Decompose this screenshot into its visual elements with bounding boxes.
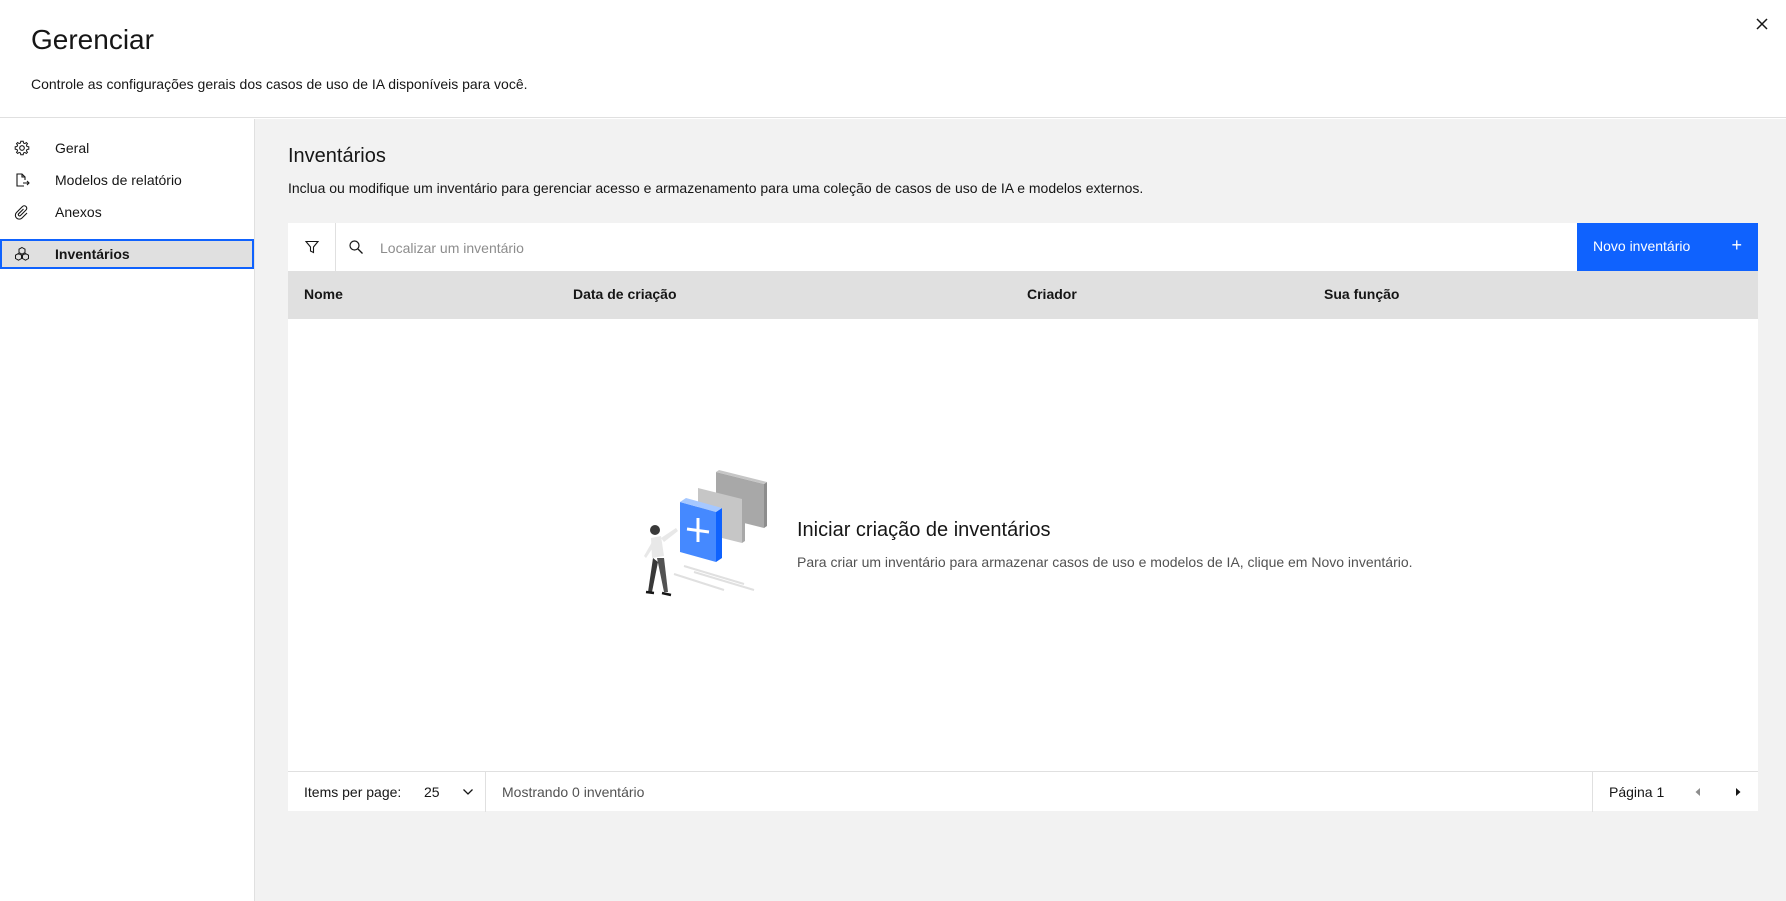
main-content: Inventários Inclua ou modifique um inven…	[255, 119, 1786, 901]
column-header-data-criacao[interactable]: Data de criação	[573, 286, 677, 302]
sidebar-item-label: Modelos de relatório	[55, 172, 182, 188]
modal-header: Gerenciar Controle as configurações gera…	[0, 0, 1786, 118]
gear-icon	[14, 140, 30, 156]
divider	[485, 772, 486, 812]
sidebar-item-modelos-de-relatorio[interactable]: Modelos de relatório	[0, 165, 254, 195]
section-title: Inventários	[288, 145, 386, 167]
table-header: Nome Data de criação Criador Sua função	[288, 271, 1758, 319]
sidebar-item-label: Inventários	[55, 246, 130, 262]
page-label: Página 1	[1609, 784, 1665, 800]
previous-page-button[interactable]	[1678, 772, 1718, 812]
new-inventory-button[interactable]: Novo inventário +	[1577, 223, 1758, 271]
sidebar-item-label: Anexos	[55, 204, 102, 220]
filter-icon	[304, 240, 319, 254]
search-icon	[349, 240, 363, 254]
caret-right-icon	[1736, 788, 1741, 796]
items-count: Mostrando 0 inventário	[502, 784, 645, 800]
filter-button[interactable]	[288, 223, 336, 271]
document-export-icon	[16, 173, 30, 187]
column-header-sua-funcao[interactable]: Sua função	[1324, 286, 1399, 302]
column-header-nome[interactable]: Nome	[304, 286, 343, 302]
close-icon	[1756, 18, 1768, 30]
next-page-button[interactable]	[1718, 772, 1758, 812]
items-per-page-value: 25	[424, 784, 440, 800]
close-button[interactable]	[1746, 10, 1778, 38]
inventory-icon	[15, 246, 29, 261]
divider	[1592, 772, 1593, 812]
table-body: Iniciar criação de inventários Para cria…	[288, 319, 1758, 771]
empty-state-illustration	[644, 470, 767, 597]
page-title: Gerenciar	[31, 24, 154, 55]
sidebar: Geral Modelos de relatório Anexos Invent…	[0, 119, 255, 901]
pagination: Items per page: 25 Mostrando 0 inventári…	[288, 771, 1758, 812]
items-per-page-select[interactable]: 25	[408, 772, 473, 812]
plus-icon: +	[1731, 235, 1742, 255]
chevron-down-icon	[463, 789, 473, 795]
paperclip-icon	[14, 205, 28, 220]
column-header-criador[interactable]: Criador	[1027, 286, 1077, 302]
search-input[interactable]	[378, 223, 1662, 273]
items-per-page-label: Items per page:	[304, 784, 402, 800]
sidebar-item-anexos[interactable]: Anexos	[0, 197, 254, 227]
sidebar-item-inventarios[interactable]: Inventários	[0, 239, 254, 269]
caret-left-icon	[1695, 788, 1700, 796]
new-inventory-label: Novo inventário	[1593, 238, 1691, 254]
sidebar-item-geral[interactable]: Geral	[0, 133, 254, 163]
sidebar-item-label: Geral	[55, 140, 90, 156]
page-subtitle: Controle as configurações gerais dos cas…	[31, 76, 528, 92]
section-description: Inclua ou modifique um inventário para g…	[288, 180, 1144, 196]
table-toolbar: Novo inventário +	[288, 223, 1758, 273]
empty-state-title: Iniciar criação de inventários	[797, 519, 1051, 541]
empty-state-text: Para criar um inventário para armazenar …	[797, 554, 1413, 570]
